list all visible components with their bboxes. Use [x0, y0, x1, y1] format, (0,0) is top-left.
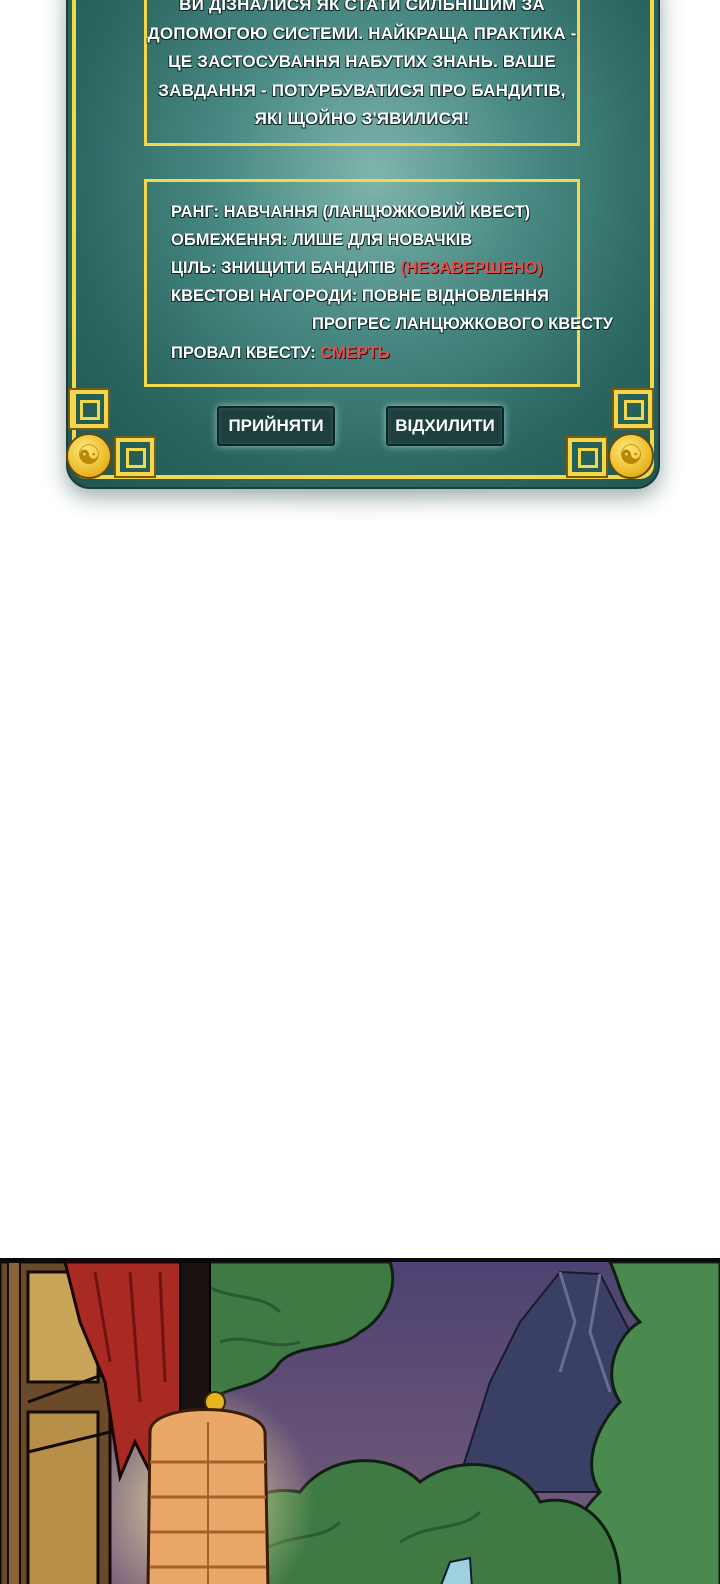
chinese-knot-ornament	[612, 388, 654, 430]
description-line: ВИ ДІЗНАЛИСЯ ЯК СТАТИ СИЛЬНІШИМ ЗА	[179, 0, 545, 14]
yin-yang-icon	[66, 433, 112, 479]
comic-scene-panel	[0, 1258, 720, 1584]
quest-description-box: ВИ ДІЗНАЛИСЯ ЯК СТАТИ СИЛЬНІШИМ ЗА ДОПОМ…	[144, 0, 580, 146]
quest-panel: ВИ ДІЗНАЛИСЯ ЯК СТАТИ СИЛЬНІШИМ ЗА ДОПОМ…	[66, 0, 660, 489]
quest-failure: ПРОВАЛ КВЕСТУ: СМЕРТЬ	[171, 344, 390, 363]
quest-goal: ЦІЛЬ: ЗНИЩИТИ БАНДИТІВ (НЕЗАВЕРШЕНО)	[171, 259, 543, 278]
quest-rewards-continued: ПРОГРЕС ЛАНЦЮЖКОВОГО КВЕСТУ	[312, 315, 613, 333]
quest-description: ВИ ДІЗНАЛИСЯ ЯК СТАТИ СИЛЬНІШИМ ЗА ДОПОМ…	[147, 0, 577, 134]
chinese-knot-ornament	[566, 436, 608, 478]
description-line: ДОПОМОГОЮ СИСТЕМИ. НАЙКРАЩА ПРАКТИКА -	[147, 23, 577, 43]
accept-button[interactable]: ПРИЙНЯТИ	[217, 406, 335, 446]
quest-goal-status: (НЕЗАВЕРШЕНО)	[400, 259, 543, 277]
chinese-knot-ornament	[68, 388, 110, 430]
quest-failure-label: ПРОВАЛ КВЕСТУ:	[171, 344, 321, 362]
description-line: ЦЕ ЗАСТОСУВАННЯ НАБУТИХ ЗНАНЬ. ВАШЕ	[168, 52, 556, 71]
forest-night-illustration	[0, 1262, 720, 1584]
yin-yang-icon	[608, 433, 654, 479]
quest-info-box: РАНГ: НАВЧАННЯ (ЛАНЦЮЖКОВИЙ КВЕСТ) ОБМЕЖ…	[144, 179, 613, 387]
quest-rank: РАНГ: НАВЧАННЯ (ЛАНЦЮЖКОВИЙ КВЕСТ)	[171, 203, 531, 221]
quest-goal-label: ЦІЛЬ: ЗНИЩИТИ БАНДИТІВ	[171, 259, 401, 277]
quest-restriction: ОБМЕЖЕННЯ: ЛИШЕ ДЛЯ НОВАЧКІВ	[171, 231, 473, 249]
quest-failure-value: СМЕРТЬ	[320, 344, 390, 362]
quest-rewards: КВЕСТОВІ НАГОРОДИ: ПОВНЕ ВІДНОВЛЕННЯ	[171, 287, 549, 305]
description-line: ЗАВДАННЯ - ПОТУРБУВАТИСЯ ПРО БАНДИТІВ,	[158, 80, 566, 100]
decline-button[interactable]: ВІДХИЛИТИ	[386, 406, 504, 446]
description-line: ЯКІ ЩОЙНО З'ЯВИЛИСЯ!	[254, 109, 470, 128]
chinese-knot-ornament	[114, 436, 156, 478]
